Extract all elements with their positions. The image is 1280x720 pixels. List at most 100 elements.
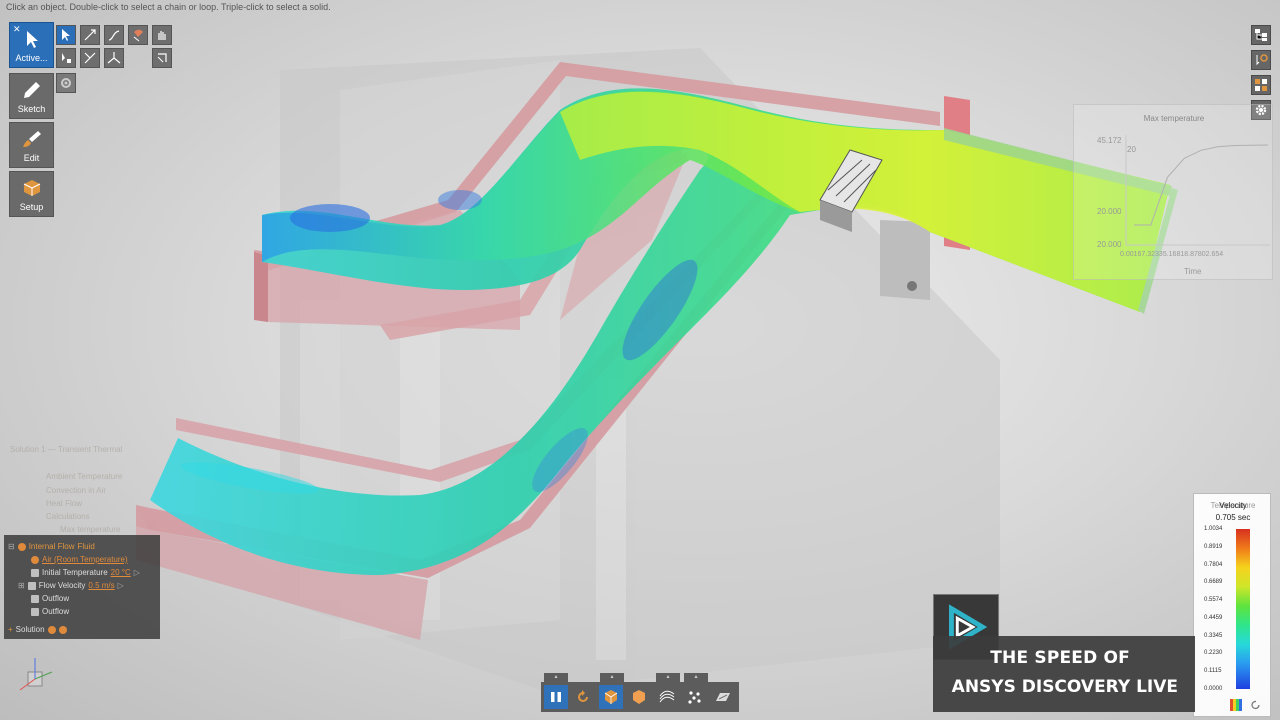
shell-icon — [157, 53, 167, 63]
toolbar-tab[interactable]: ▴ — [684, 673, 708, 682]
fluid-type-label: Fluid — [77, 542, 95, 551]
expand-arrow-icon[interactable]: ▷ — [118, 581, 124, 590]
probe-button[interactable] — [1251, 50, 1271, 70]
restart-button[interactable] — [571, 685, 595, 709]
flow-velocity-label: Flow Velocity — [38, 581, 86, 590]
gear-icon — [61, 78, 71, 88]
hand-icon — [158, 31, 166, 40]
reset-icon[interactable] — [1250, 699, 1262, 711]
initial-temperature-label: Initial Temperature — [42, 568, 108, 577]
options-gear-button[interactable] — [56, 73, 76, 93]
curve-arrow-icon — [108, 30, 120, 41]
streamlines-button[interactable] — [655, 685, 679, 709]
legend-color-bar — [1236, 529, 1250, 689]
close-icon[interactable]: ✕ — [13, 24, 21, 35]
toolbar-tab[interactable]: ▴ — [544, 673, 568, 682]
legend-value: 0.2230 — [1204, 650, 1223, 657]
cube-icon — [604, 690, 618, 704]
particles-button[interactable] — [683, 685, 707, 709]
physics-tree-panel[interactable]: ⊟ Internal Flow Fluid Air (Room Temperat… — [4, 535, 160, 639]
select-arrow-button[interactable] — [56, 25, 76, 45]
toolbar-tab[interactable]: ▴ — [600, 673, 624, 682]
solid-view-button[interactable] — [599, 685, 623, 709]
hand-tool-button[interactable] — [152, 25, 172, 45]
arrow-icon — [62, 29, 70, 41]
material-icon — [31, 555, 39, 564]
tree-item-material[interactable]: Air (Room Temperature) — [31, 555, 128, 564]
sketch-tool-button[interactable]: Sketch — [9, 73, 54, 119]
palette-icon[interactable] — [1230, 699, 1242, 711]
legend-value: 0.0000 — [1204, 686, 1223, 692]
tree-icon — [1255, 29, 1267, 41]
ghost-item: Convection in Air — [46, 486, 107, 495]
tree-header-internal-flow[interactable]: ⊟ Internal Flow Fluid — [8, 542, 95, 551]
view-triad-icon[interactable] — [19, 658, 53, 691]
flow-velocity-value[interactable]: 0.5 m/s — [88, 581, 114, 590]
move-icon — [62, 53, 71, 63]
simulation-toolbar — [541, 682, 739, 712]
material-link[interactable]: Air (Room Temperature) — [42, 555, 128, 564]
solution-tree-ghost: Solution 1 — Transient Thermal Ambient T… — [4, 441, 156, 536]
surface-view-button[interactable] — [627, 685, 651, 709]
fill-icon — [133, 29, 143, 42]
pencil-icon — [21, 80, 43, 100]
series-line — [1134, 144, 1269, 226]
particles-icon — [688, 691, 701, 704]
refresh-icon — [578, 690, 588, 702]
setup-label: Setup — [19, 202, 44, 212]
display-button[interactable] — [1251, 75, 1271, 95]
initial-temperature-value[interactable]: 20 °C — [111, 568, 131, 577]
ghost-item: Ambient Temperature — [46, 472, 123, 481]
select-tool-button[interactable]: ✕ Active... — [9, 22, 54, 68]
legend-value: 0.8919 — [1204, 543, 1223, 550]
edit-tool-button[interactable]: Edit — [9, 122, 54, 168]
flow-icon — [17, 542, 26, 551]
velocity-legend[interactable]: Temperature Velocity 0.705 sec 1.0034 0.8… — [1193, 493, 1271, 717]
status-hint: Click an object. Double-click to select … — [6, 2, 331, 12]
tree-item-outflow[interactable]: Outflow — [31, 594, 69, 603]
solution-label: Solution — [15, 625, 45, 634]
active-tool-label: Active... — [15, 53, 48, 63]
fill-tool-button[interactable] — [128, 25, 148, 45]
tree-item-flow-velocity[interactable]: ⊞ Flow Velocity 0.5 m/s ▷ — [18, 581, 124, 590]
legend-value: 0.1115 — [1204, 668, 1222, 675]
expand-icon[interactable]: ⊞ — [18, 581, 25, 590]
tree-item-outflow[interactable]: Outflow — [31, 607, 69, 616]
pause-button[interactable] — [544, 685, 568, 709]
brand-line-1: THE SPEED OF — [990, 648, 1130, 668]
curve-tool-button[interactable] — [104, 25, 124, 45]
setup-tool-button[interactable]: Setup — [9, 171, 54, 217]
tree-item-solution[interactable]: + Solution — [8, 625, 67, 634]
combine-icon — [84, 52, 96, 64]
legend-value: 0.5574 — [1204, 597, 1223, 604]
legend-title: Velocity — [1219, 501, 1247, 510]
edit-label: Edit — [23, 153, 40, 163]
move-tool-button[interactable] — [56, 48, 76, 68]
probe-icon — [1256, 54, 1268, 66]
solution-gear-icon[interactable] — [47, 625, 56, 634]
combine-tool-button[interactable] — [80, 48, 100, 68]
expand-arrow-icon[interactable]: ▷ — [134, 568, 140, 577]
surface-cube-icon — [633, 690, 645, 704]
split-tool-button[interactable] — [104, 48, 124, 68]
legend-value: 0.6689 — [1204, 579, 1223, 586]
brand-banner: THE SPEED OF ANSYS DISCOVERY LIVE — [933, 636, 1195, 712]
add-icon[interactable]: + — [8, 625, 13, 634]
max-temperature-chart[interactable]: Max temperature 45.172 20 20.000 20.000 … — [1073, 104, 1273, 280]
ghost-item: Heat Flow — [46, 499, 83, 508]
tree-item-initial-temperature[interactable]: Initial Temperature 20 °C ▷ — [31, 568, 140, 577]
section-plane-icon — [716, 693, 730, 701]
diagonal-arrow-icon — [84, 29, 96, 41]
outflow-icon — [31, 594, 39, 603]
pull-tool-button[interactable] — [80, 25, 100, 45]
chart-plot — [1125, 135, 1270, 246]
cursor-icon — [21, 29, 43, 49]
shell-tool-button[interactable] — [152, 48, 172, 68]
ghost-item: Calculations — [46, 512, 90, 521]
brand-line-2: ANSYS DISCOVERY LIVE — [951, 677, 1178, 697]
plane-section-button[interactable] — [711, 685, 735, 709]
collapse-icon[interactable]: ⊟ — [8, 542, 15, 551]
toolbar-tab[interactable]: ▴ — [656, 673, 680, 682]
solution-settings-icon[interactable] — [58, 625, 67, 634]
structure-tree-button[interactable] — [1251, 25, 1271, 45]
